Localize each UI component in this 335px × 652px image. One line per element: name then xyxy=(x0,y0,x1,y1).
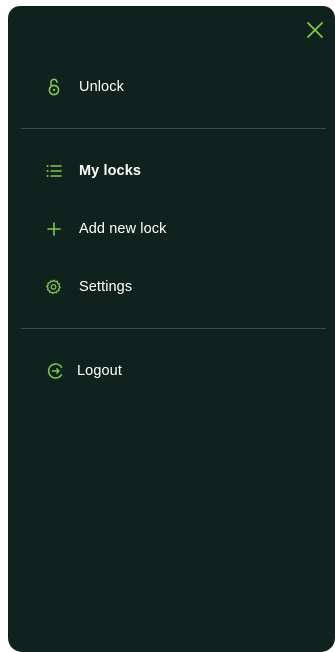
logout-icon xyxy=(46,361,66,381)
close-icon[interactable] xyxy=(305,20,325,40)
menu-item-label: Settings xyxy=(79,279,133,295)
padlock-open-icon xyxy=(44,77,64,97)
plus-icon xyxy=(44,219,64,239)
menu-item-add-new-lock[interactable]: Add new lock xyxy=(44,216,166,242)
menu-item-label: Logout xyxy=(77,363,122,379)
menu-item-label: My locks xyxy=(79,163,142,179)
menu-item-settings[interactable]: Settings xyxy=(44,274,132,300)
navigation-drawer: Unlock My locks Add new lock Settings Lo… xyxy=(8,6,335,652)
divider xyxy=(21,128,326,129)
menu-item-label: Unlock xyxy=(79,79,124,95)
list-icon xyxy=(44,161,64,181)
menu-item-label: Add new lock xyxy=(79,221,167,237)
gear-icon xyxy=(44,277,64,297)
divider xyxy=(21,328,326,329)
menu-item-unlock[interactable]: Unlock xyxy=(44,74,124,100)
menu-item-logout[interactable]: Logout xyxy=(46,358,122,384)
menu-item-my-locks[interactable]: My locks xyxy=(44,158,141,184)
